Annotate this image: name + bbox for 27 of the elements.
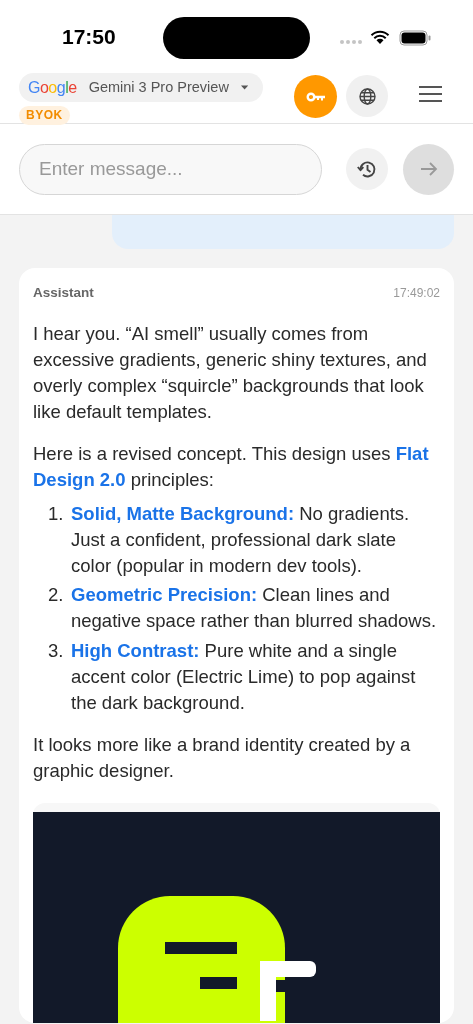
globe-icon: [358, 87, 376, 105]
caret-icon: [240, 85, 248, 90]
wifi-icon: [370, 30, 390, 45]
status-time: 17:50: [62, 26, 116, 47]
list-number: 1.: [47, 502, 65, 527]
list-item-text: Geometric Precision: Clean lines and negative space rather than blurred shadows.: [70, 583, 438, 634]
message-paragraph: I hear you. “AI smell” usually comes from excessive gradients, generic shiny textures, and overly complex “squircle” backgrounds that look like default templates.: [33, 322, 428, 424]
key-icon: [305, 91, 326, 102]
message-time: 17:49:02: [393, 285, 440, 303]
byok-badge: BYOK: [19, 106, 70, 125]
menu-icon: [418, 86, 442, 102]
signal-icon: [340, 40, 362, 44]
arrow-right-icon: [419, 161, 438, 177]
history-icon: [357, 159, 377, 179]
language-button[interactable]: [346, 75, 388, 117]
battery-icon: [399, 30, 431, 46]
list-number: 3.: [47, 639, 65, 663]
message-paragraph: Here is a revised concept. This design uses Flat Design 2.0 principles:: [33, 442, 430, 493]
message-paragraph: It looks more like a brand identity created by a graphic designer.: [33, 733, 412, 784]
menu-button[interactable]: [418, 84, 442, 104]
history-button[interactable]: [346, 148, 388, 190]
list-item-text: Solid, Matte Background: No gradients. Just a confident, professional dark slate color (popular in modern dev tools).: [70, 502, 411, 578]
list-item-text: High Contrast: Pure white and a single accent color (Electric Lime) to pop against the dark background.: [70, 639, 417, 715]
message-input[interactable]: Enter message...: [19, 143, 322, 195]
model-selector[interactable]: Google Gemini 3 Pro Preview: [19, 73, 263, 102]
list-number: 2.: [47, 583, 65, 608]
sender-label: Assistant: [33, 284, 94, 302]
